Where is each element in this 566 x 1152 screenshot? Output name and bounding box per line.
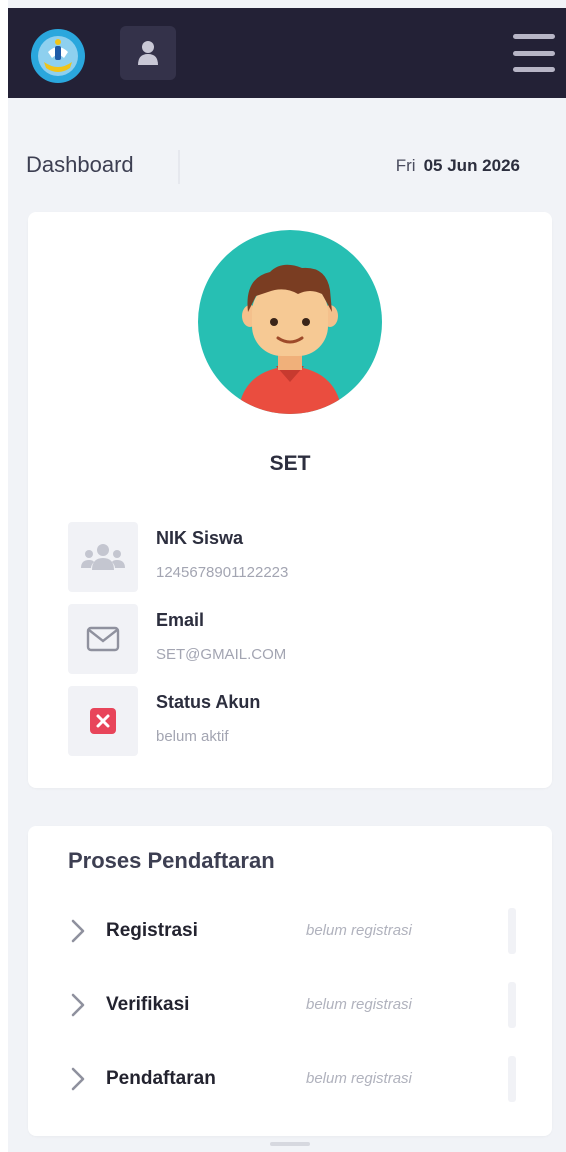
chevron-right-icon xyxy=(71,1067,85,1091)
step-status: belum registrasi xyxy=(306,996,412,1013)
title-divider xyxy=(178,150,180,184)
date-day: Fri xyxy=(395,156,416,175)
chevron-right-icon xyxy=(71,919,85,943)
step-label: Pendaftaran xyxy=(106,1068,216,1089)
current-date: Fri 05 Jun 2026 xyxy=(396,156,520,176)
info-row-nik: NIK Siswa 1245678901122223 xyxy=(68,522,518,592)
nik-value: 1245678901122223 xyxy=(156,564,289,581)
user-button[interactable] xyxy=(120,26,176,80)
email-label: Email xyxy=(156,610,205,630)
process-title: Proses Pendaftaran xyxy=(68,848,275,873)
step-label: Registrasi xyxy=(106,920,198,941)
process-step-pendaftaran[interactable]: Pendaftaran belum registrasi xyxy=(68,1056,518,1102)
date-value: 05 Jun 2026 xyxy=(423,156,520,175)
info-row-email: Email SET@GMAIL.COM xyxy=(68,604,518,674)
status-value: belum aktif xyxy=(156,728,229,745)
scroll-handle[interactable] xyxy=(270,1142,310,1146)
tut-wuri-handayani-logo-icon[interactable] xyxy=(30,28,86,84)
registration-process-card: Proses Pendaftaran Registrasi belum regi… xyxy=(28,826,552,1136)
step-status: belum registrasi xyxy=(306,922,412,939)
x-status-icon xyxy=(68,686,138,756)
page-edge xyxy=(0,0,8,1152)
step-indicator xyxy=(508,1056,516,1102)
step-label: Verifikasi xyxy=(106,994,190,1015)
process-step-registrasi[interactable]: Registrasi belum registrasi xyxy=(68,908,518,954)
hamburger-menu-icon[interactable] xyxy=(513,34,555,72)
top-navbar xyxy=(8,8,566,98)
users-icon xyxy=(68,522,138,592)
process-step-verifikasi[interactable]: Verifikasi belum registrasi xyxy=(68,982,518,1028)
profile-name: SET xyxy=(269,452,311,475)
step-indicator xyxy=(508,908,516,954)
avatar xyxy=(198,230,382,414)
chevron-right-icon xyxy=(71,993,85,1017)
nik-label: NIK Siswa xyxy=(156,528,244,548)
email-value: SET@GMAIL.COM xyxy=(156,646,287,663)
step-indicator xyxy=(508,982,516,1028)
male-avatar-icon xyxy=(198,230,382,414)
step-status: belum registrasi xyxy=(306,1070,412,1087)
envelope-icon xyxy=(68,604,138,674)
page-title: Dashboard xyxy=(26,152,134,177)
user-icon xyxy=(138,41,158,65)
profile-card: SET NIK Siswa 1245678901122223 Email SET… xyxy=(28,212,552,788)
status-label: Status Akun xyxy=(156,692,261,712)
info-row-status: Status Akun belum aktif xyxy=(68,686,518,756)
